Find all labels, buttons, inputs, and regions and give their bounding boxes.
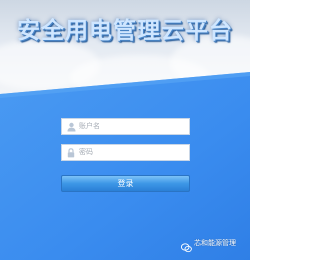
login-button[interactable]: 登录 [61,175,190,192]
watermark: 芯和能源管理 [180,237,236,253]
panel-shape [0,72,250,260]
lock-icon [64,145,78,160]
watermark-text: 芯和能源管理 [194,239,236,247]
username-field[interactable]: 账户名 [61,118,190,135]
page-title: 安全用电管理云平台 [17,18,233,44]
username-placeholder: 账户名 [79,122,100,130]
wechat-icon [180,238,192,253]
user-icon [64,119,78,134]
password-field[interactable]: 密码 [61,144,190,161]
password-placeholder: 密码 [79,148,93,156]
login-panel-background [0,72,250,260]
